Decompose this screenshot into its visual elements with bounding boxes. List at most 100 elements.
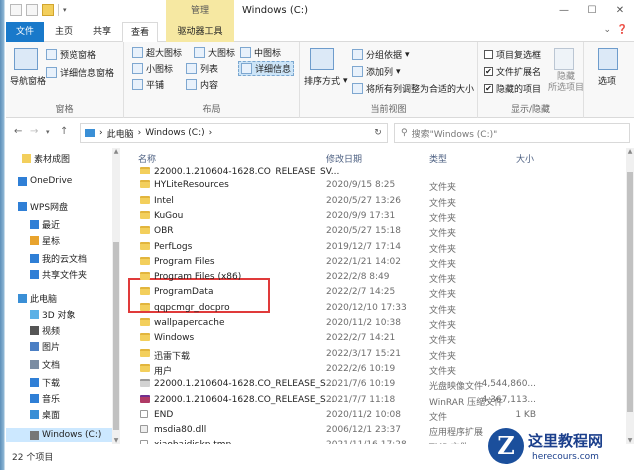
tab-home[interactable]: 主页 xyxy=(46,22,82,42)
scroll-down-icon[interactable]: ▼ xyxy=(112,437,120,444)
tab-file[interactable]: 文件 xyxy=(6,22,44,42)
cell-size: 1 KB xyxy=(515,409,536,420)
file-extensions-toggle[interactable]: ✔ 文件扩展名 xyxy=(484,65,541,78)
back-arrow-icon[interactable]: ← xyxy=(14,126,22,137)
scroll-up-icon[interactable]: ▲ xyxy=(626,148,634,155)
group-by-button[interactable]: 分组依据 ▾ xyxy=(352,48,410,61)
column-header-type[interactable]: 类型 xyxy=(429,152,447,165)
nav-item[interactable]: 共享文件夹 xyxy=(30,268,87,281)
column-header-name[interactable]: 名称 xyxy=(138,152,156,165)
tab-share[interactable]: 共享 xyxy=(84,22,120,42)
table-row[interactable]: Windows 2022/2/7 14:21 文件夹 xyxy=(126,332,626,347)
table-row[interactable]: 用户 2022/2/6 10:19 文件夹 xyxy=(126,363,626,378)
checkmark-icon[interactable] xyxy=(26,4,38,16)
preview-pane-button[interactable]: 预览窗格 xyxy=(46,48,96,61)
table-row[interactable]: END 2020/11/2 10:08 文件 1 KB xyxy=(126,409,626,424)
item-checkboxes-toggle[interactable]: 项目复选框 xyxy=(484,48,541,61)
new-folder-icon[interactable] xyxy=(42,4,54,16)
table-row[interactable]: 22000.1.210604-1628.CO_RELEASE_S... 2021/… xyxy=(126,378,626,393)
minimize-button[interactable]: — xyxy=(550,0,578,22)
nav-item[interactable]: 音乐 xyxy=(30,392,60,405)
table-row[interactable]: wallpapercache 2020/11/2 10:38 文件夹 xyxy=(126,317,626,332)
table-row[interactable]: KuGou 2020/9/9 17:31 文件夹 xyxy=(126,210,626,225)
tab-drive-tools[interactable]: 驱动器工具 xyxy=(166,22,234,42)
table-row[interactable]: ProgramData 2022/2/7 14:25 文件夹 xyxy=(126,286,626,301)
ribbon-help-icons[interactable]: ⌄ ❓ xyxy=(604,25,628,35)
table-row[interactable]: Program Files (x86) 2022/2/8 8:49 文件夹 xyxy=(126,271,626,286)
dll-icon xyxy=(140,425,148,434)
search-input[interactable]: ⚲ 搜索"Windows (C:)" xyxy=(394,123,630,143)
options-button[interactable]: 选项 xyxy=(598,74,616,87)
layout-details[interactable]: 详细信息 xyxy=(238,61,295,76)
nav-item[interactable]: 3D 对象 xyxy=(30,308,76,321)
layout-medium-icons[interactable]: 中图标 xyxy=(240,46,281,59)
breadcrumb-this-pc[interactable]: 此电脑 xyxy=(107,127,134,140)
file-list: 名称 修改日期 类型 大小 ▲ ▼ 22000.1.210604-1628.CO… xyxy=(126,148,634,444)
table-row[interactable]: qqpcmgr_docpro 2020/12/10 17:33 文件夹 xyxy=(126,302,626,317)
hide-selected-button[interactable]: 隐藏 所选项目 xyxy=(548,72,584,94)
table-row[interactable]: Program Files 2022/1/21 14:02 文件夹 xyxy=(126,256,626,271)
cell-date: 2020/9/15 8:25 xyxy=(326,180,396,191)
nav-item[interactable]: 文档 xyxy=(30,358,60,371)
address-box[interactable]: › 此电脑 › Windows (C:) › ↻ xyxy=(80,123,388,143)
recent-dropdown-icon[interactable]: ▾ xyxy=(46,128,50,136)
table-row[interactable]: Intel 2020/5/27 13:26 文件夹 xyxy=(126,195,626,210)
nav-item[interactable]: 桌面 xyxy=(30,408,60,421)
list-scrollbar[interactable]: ▲ ▼ xyxy=(626,148,634,444)
table-row[interactable]: HYLiteResources 2020/9/15 8:25 文件夹 xyxy=(126,179,626,194)
scrollbar-thumb[interactable] xyxy=(113,242,119,430)
breadcrumb-drive[interactable]: Windows (C:) xyxy=(145,128,204,138)
layout-list[interactable]: 列表 xyxy=(186,62,218,75)
table-row[interactable]: 22000.1.210604-1628.CO_RELEASE_S... 2021/… xyxy=(126,394,626,409)
scrollbar-thumb[interactable] xyxy=(627,172,633,412)
close-button[interactable]: ✕ xyxy=(606,0,634,22)
table-row[interactable]: OBR 2020/5/27 15:18 文件夹 xyxy=(126,225,626,240)
details-pane-button[interactable]: 详细信息窗格 xyxy=(46,66,114,79)
sort-by-button[interactable]: 排序方式 ▾ xyxy=(304,74,348,88)
layout-content[interactable]: 内容 xyxy=(186,78,218,91)
nav-item[interactable]: 我的云文档 xyxy=(30,252,87,265)
layout-extra-large-icons[interactable]: 超大图标 xyxy=(132,46,182,59)
nav-item[interactable]: WPS网盘 xyxy=(18,200,68,213)
nav-pane-button[interactable]: 导航窗格 xyxy=(10,74,46,87)
refresh-icon[interactable]: ↻ xyxy=(369,128,387,138)
add-columns-button[interactable]: 添加列 ▾ xyxy=(352,65,401,78)
size-all-columns-button[interactable]: 将所有列调整为合适的大小 xyxy=(352,82,474,95)
table-row[interactable]: 迅雷下载 2022/3/17 15:21 文件夹 xyxy=(126,348,626,363)
cube-icon xyxy=(30,310,39,319)
layout-label: 小图标 xyxy=(146,65,174,75)
up-arrow-icon[interactable]: ↑ xyxy=(60,126,68,137)
nav-item[interactable]: 图片 xyxy=(30,340,60,353)
column-header-size[interactable]: 大小 xyxy=(516,152,534,165)
forward-arrow-icon[interactable]: → xyxy=(30,126,38,137)
hidden-items-toggle[interactable]: ✔ 隐藏的项目 xyxy=(484,82,541,95)
nav-item[interactable]: 星标 xyxy=(30,234,60,247)
table-row[interactable]: 22000.1.210604-1628.CO_RELEASE_SV... xyxy=(126,166,626,174)
nav-scrollbar[interactable]: ▲ ▼ xyxy=(112,148,120,444)
quick-access-toolbar: ▾ xyxy=(10,4,67,16)
tab-view[interactable]: 查看 xyxy=(122,22,158,43)
table-row[interactable]: PerfLogs 2019/12/7 17:14 文件夹 xyxy=(126,241,626,256)
cell-type: 文件夹 xyxy=(429,213,457,224)
layout-small-icons[interactable]: 小图标 xyxy=(132,62,173,75)
checkbox-checked[interactable]: ✔ xyxy=(484,84,493,93)
folder-icon xyxy=(140,333,150,342)
search-icon: ⚲ xyxy=(401,128,408,138)
nav-item[interactable]: OneDrive xyxy=(18,176,72,186)
manage-context-tab[interactable]: 管理 xyxy=(166,0,234,22)
nav-item[interactable]: 下载 xyxy=(30,376,60,389)
column-header-date[interactable]: 修改日期 xyxy=(326,152,362,165)
layout-tiles[interactable]: 平铺 xyxy=(132,78,164,91)
nav-item[interactable]: 最近 xyxy=(30,218,60,231)
layout-large-icons[interactable]: 大图标 xyxy=(194,46,235,59)
checkbox-unchecked[interactable] xyxy=(484,50,493,59)
checkbox-checked[interactable]: ✔ xyxy=(484,67,493,76)
nav-item[interactable]: 视频 xyxy=(30,324,60,337)
properties-icon[interactable] xyxy=(10,4,22,16)
nav-item[interactable]: 此电脑 xyxy=(18,292,57,305)
maximize-button[interactable]: ☐ xyxy=(578,0,606,22)
dropdown-icon[interactable]: ▾ xyxy=(63,6,67,14)
nav-item[interactable]: Windows (C:) xyxy=(6,428,112,442)
scroll-up-icon[interactable]: ▲ xyxy=(112,148,120,155)
nav-item[interactable]: 素材成图 xyxy=(22,152,70,165)
